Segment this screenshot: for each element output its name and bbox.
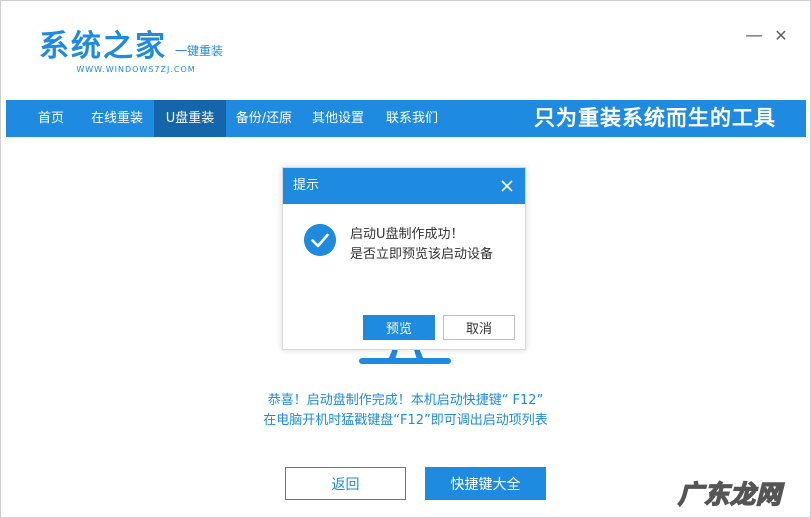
nav-item-home[interactable]: 首页 bbox=[26, 100, 76, 137]
slogan: 只为重装系统而生的工具 bbox=[534, 106, 776, 130]
watermark-text: 广东龙网 bbox=[677, 479, 783, 510]
nav-item-other-settings[interactable]: 其他设置 bbox=[302, 100, 374, 137]
nav-item-contact-us[interactable]: 联系我们 bbox=[376, 100, 448, 137]
dialog-close-icon[interactable] bbox=[499, 178, 515, 194]
logo-url: WWW.WINDOWS7ZJ.COM bbox=[76, 65, 196, 74]
watermark: 广东龙网 bbox=[677, 475, 798, 511]
app-window: 系统之家 一键重装 WWW.WINDOWS7ZJ.COM — ✕ 首页 在线重装… bbox=[0, 0, 811, 518]
prompt-dialog: 提示 启动U盘制作成功！ 是否立即预览该启动设备 预览 取消 bbox=[282, 167, 526, 350]
logo-subtitle: 一键重装 bbox=[175, 44, 224, 58]
header: 系统之家 一键重装 WWW.WINDOWS7ZJ.COM — ✕ bbox=[1, 1, 810, 100]
dialog-message-line1: 启动U盘制作成功！ bbox=[350, 227, 464, 242]
back-button[interactable]: 返回 bbox=[285, 467, 406, 500]
nav-item-online-reinstall[interactable]: 在线重装 bbox=[80, 100, 154, 137]
preview-button[interactable]: 预览 bbox=[363, 315, 435, 340]
logo-title: 系统之家 bbox=[39, 29, 167, 64]
shortcut-keys-button[interactable]: 快捷键大全 bbox=[425, 467, 546, 500]
nav-item-backup-restore[interactable]: 备份/还原 bbox=[228, 100, 300, 137]
check-circle-icon bbox=[304, 224, 336, 256]
minimize-button[interactable]: — bbox=[745, 27, 763, 45]
dialog-titlebar: 提示 bbox=[283, 168, 525, 204]
info-text-line1: 恭喜！启动盘制作完成！本机启动快捷键“ F12” bbox=[267, 393, 544, 408]
cancel-button[interactable]: 取消 bbox=[443, 315, 515, 340]
close-button[interactable]: ✕ bbox=[772, 27, 790, 45]
nav-bar: 首页 在线重装 U盘重装 备份/还原 其他设置 联系我们 只为重装系统而生的工具 bbox=[6, 100, 806, 137]
dialog-message-line2: 是否立即预览该启动设备 bbox=[350, 247, 494, 262]
monitor-base-icon bbox=[359, 358, 451, 364]
dialog-title: 提示 bbox=[293, 178, 320, 193]
nav-item-usb-reinstall[interactable]: U盘重装 bbox=[154, 100, 226, 137]
info-text-line2: 在电脑开机时猛戳键盘“F12”即可调出启动项列表 bbox=[263, 413, 548, 428]
